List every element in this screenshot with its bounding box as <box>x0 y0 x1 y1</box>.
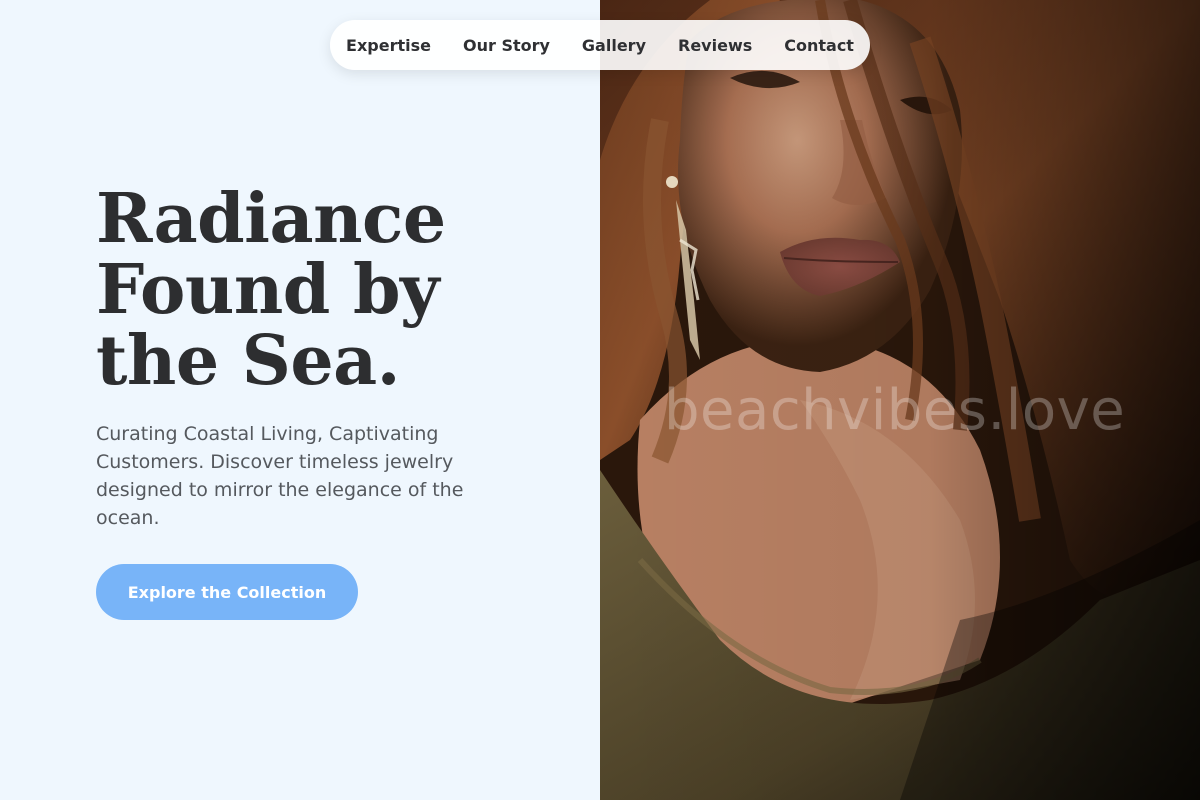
top-navigation: Expertise Our Story Gallery Reviews Cont… <box>330 20 870 70</box>
hero-title-line: Radiance <box>96 179 446 259</box>
nav-link-our-story[interactable]: Our Story <box>447 36 566 55</box>
hero-title: Radiance Found by the Sea. <box>96 184 516 397</box>
portrait-image <box>600 0 1200 800</box>
hero-photo <box>600 0 1200 800</box>
nav-link-gallery[interactable]: Gallery <box>566 36 662 55</box>
hero-left-panel: Radiance Found by the Sea. Curating Coas… <box>0 0 600 800</box>
explore-collection-button[interactable]: Explore the Collection <box>96 564 358 620</box>
hero-title-line: Found by <box>96 250 440 330</box>
nav-link-contact[interactable]: Contact <box>768 36 870 55</box>
nav-link-reviews[interactable]: Reviews <box>662 36 768 55</box>
nav-link-expertise[interactable]: Expertise <box>330 36 447 55</box>
hero-subtitle: Curating Coastal Living, Captivating Cus… <box>96 423 464 529</box>
hero-title-line: the Sea. <box>96 321 400 401</box>
